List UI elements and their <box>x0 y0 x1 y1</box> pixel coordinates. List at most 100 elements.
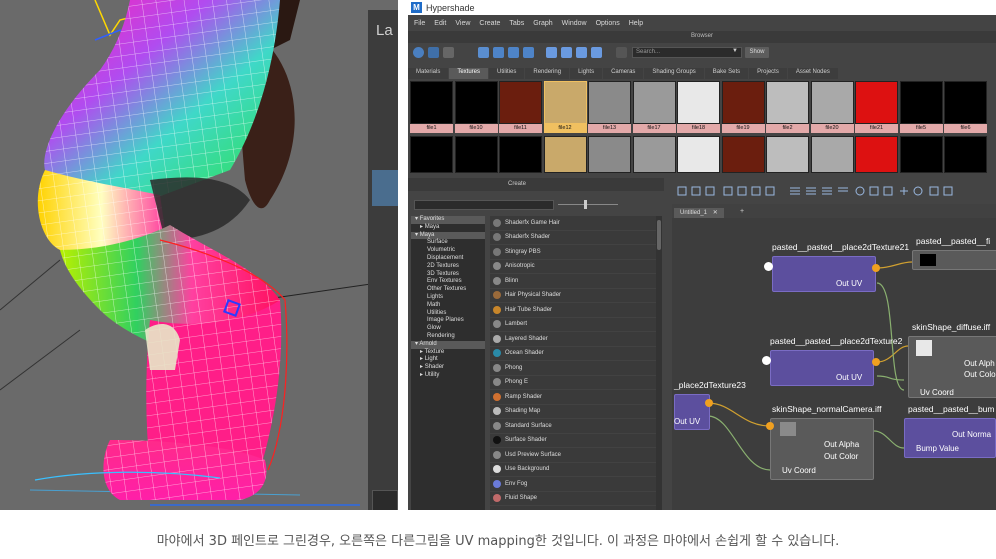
scrollbar-thumb[interactable] <box>657 220 661 250</box>
category-volumetric[interactable]: Volumetric <box>411 247 485 255</box>
texture-swatch[interactable]: file12 <box>543 81 587 133</box>
category-lights[interactable]: Lights <box>411 294 485 302</box>
texture-swatch[interactable]: file18 <box>677 81 720 133</box>
menu-item-edit[interactable]: Edit <box>434 20 446 27</box>
texture-swatch[interactable]: file13 <box>588 81 631 133</box>
input-port[interactable] <box>762 356 771 365</box>
category-arnold[interactable]: ▾ Arnold <box>411 340 485 349</box>
globe-icon[interactable] <box>413 47 424 58</box>
node-type-blinn[interactable]: Blinn <box>490 274 656 289</box>
node-type-env-fog[interactable]: Env Fog <box>490 477 656 492</box>
swatch-view-icon[interactable] <box>478 47 489 58</box>
texture-swatch[interactable] <box>454 136 498 173</box>
menu-item-graph[interactable]: Graph <box>533 20 552 27</box>
menu-item-options[interactable]: Options <box>596 20 620 27</box>
category-other-textures[interactable]: Other Textures <box>411 286 485 294</box>
node-type-surface-shader[interactable]: Surface Shader <box>490 434 656 448</box>
node-type-layered-shader[interactable]: Layered Shader <box>490 332 656 347</box>
menu-item-window[interactable]: Window <box>562 20 587 27</box>
tab-untitled-1[interactable]: Untitled_1 ✕ <box>674 208 724 218</box>
texture-swatch[interactable]: file2 <box>766 81 809 133</box>
category-image-planes[interactable]: Image Planes <box>411 317 485 325</box>
category-maya[interactable]: ▸ Maya <box>411 224 485 232</box>
menu-item-file[interactable]: File <box>414 20 425 27</box>
title-bar[interactable]: M Hypershade <box>408 0 996 15</box>
browser-search-input[interactable]: Search... <box>632 47 742 58</box>
category-rendering[interactable]: Rendering <box>411 333 485 341</box>
node-type-anisotropic[interactable]: Anisotropic <box>490 260 656 274</box>
list-view-icon[interactable] <box>443 47 454 58</box>
tab-shading-groups[interactable]: Shading Groups <box>644 68 704 79</box>
texture-swatch[interactable] <box>632 136 676 173</box>
texture-swatch[interactable]: file19 <box>721 81 765 133</box>
category-3d-textures[interactable]: 3D Textures <box>411 271 485 279</box>
maya-3d-viewport[interactable]: La <box>0 0 398 510</box>
output-port[interactable] <box>872 264 880 272</box>
texture-swatch[interactable] <box>410 136 453 173</box>
viewport-panel-highlight[interactable] <box>372 170 398 206</box>
texture-swatch[interactable] <box>766 136 809 173</box>
texture-swatch[interactable] <box>499 136 542 173</box>
node-type-ramp-shader[interactable]: Ramp Shader <box>490 390 656 405</box>
category-surface[interactable]: Surface <box>411 239 485 247</box>
grid-view-icon[interactable] <box>428 47 439 58</box>
node-graph-canvas[interactable]: pasted__pasted__place2dTexture21 Out UV … <box>672 218 996 510</box>
node-type-shaderfx-game-hair[interactable]: Shaderfx Game Hair <box>490 216 656 231</box>
category-env-textures[interactable]: Env Textures <box>411 278 485 286</box>
category-displacement[interactable]: Displacement <box>411 255 485 263</box>
texture-swatch[interactable] <box>721 136 765 173</box>
node-list-scrollbar[interactable] <box>656 216 662 510</box>
output-port[interactable] <box>705 399 713 407</box>
menu-item-help[interactable]: Help <box>629 20 643 27</box>
node-type-lambert[interactable]: Lambert <box>490 318 656 332</box>
output-port[interactable] <box>872 358 880 366</box>
texture-swatch[interactable] <box>810 136 854 173</box>
medium-icon-view-icon[interactable] <box>508 47 519 58</box>
node-type-stingray-pbs[interactable]: Stingray PBS <box>490 245 656 260</box>
viewport-panel-button[interactable] <box>372 490 398 510</box>
icon-size-slider-handle[interactable] <box>584 200 587 209</box>
chevron-down-icon[interactable]: ▼ <box>732 48 738 54</box>
category-light[interactable]: ▸ Light <box>411 356 485 364</box>
input-port[interactable] <box>764 262 773 271</box>
texture-swatch[interactable]: file17 <box>632 81 676 133</box>
sort-type-icon[interactable] <box>561 47 572 58</box>
node-type-shading-map[interactable]: Shading Map <box>490 405 656 419</box>
tab-rendering[interactable]: Rendering <box>525 68 570 79</box>
category-shader[interactable]: ▸ Shader <box>411 364 485 372</box>
close-icon[interactable]: ✕ <box>713 210 718 216</box>
node-type-fluid-shape[interactable]: Fluid Shape <box>490 492 656 506</box>
category-texture[interactable]: ▸ Texture <box>411 349 485 357</box>
node-type-hair-tube-shader[interactable]: Hair Tube Shader <box>490 303 656 318</box>
sort-time-icon[interactable] <box>576 47 587 58</box>
texture-swatch[interactable]: file5 <box>899 81 943 133</box>
texture-swatch[interactable] <box>899 136 943 173</box>
category-math[interactable]: Math <box>411 302 485 310</box>
node-type-use-background[interactable]: Use Background <box>490 463 656 477</box>
node-type-phong-e[interactable]: Phong E <box>490 376 656 390</box>
texture-swatch[interactable]: file20 <box>810 81 854 133</box>
create-search-input[interactable] <box>414 200 554 210</box>
category-utilities[interactable]: Utilities <box>411 310 485 318</box>
texture-swatch[interactable] <box>588 136 631 173</box>
menu-item-tabs[interactable]: Tabs <box>509 20 524 27</box>
category-utility[interactable]: ▸ Utility <box>411 372 485 380</box>
category-glow[interactable]: Glow <box>411 325 485 333</box>
sort-name-icon[interactable] <box>546 47 557 58</box>
tab-bake-sets[interactable]: Bake Sets <box>704 68 749 79</box>
small-icon-view-icon[interactable] <box>523 47 534 58</box>
node-type-shaderfx-shader[interactable]: Shaderfx Shader <box>490 231 656 245</box>
menu-item-view[interactable]: View <box>455 20 470 27</box>
tab-projects[interactable]: Projects <box>749 68 787 79</box>
node-type-usd-preview-surface[interactable]: Usd Preview Surface <box>490 448 656 463</box>
menu-item-create[interactable]: Create <box>479 20 500 27</box>
tab-cameras[interactable]: Cameras <box>603 68 644 79</box>
texture-swatch[interactable]: file6 <box>944 81 987 133</box>
node-type-ocean-shader[interactable]: Ocean Shader <box>490 347 656 361</box>
node-type-hair-physical-shader[interactable]: Hair Physical Shader <box>490 289 656 303</box>
texture-swatch[interactable]: file10 <box>454 81 498 133</box>
add-tab-button[interactable]: + <box>740 208 744 215</box>
icon-size-slider[interactable] <box>558 204 618 205</box>
tab-materials[interactable]: Materials <box>408 68 449 79</box>
tab-utilities[interactable]: Utilities <box>489 68 525 79</box>
